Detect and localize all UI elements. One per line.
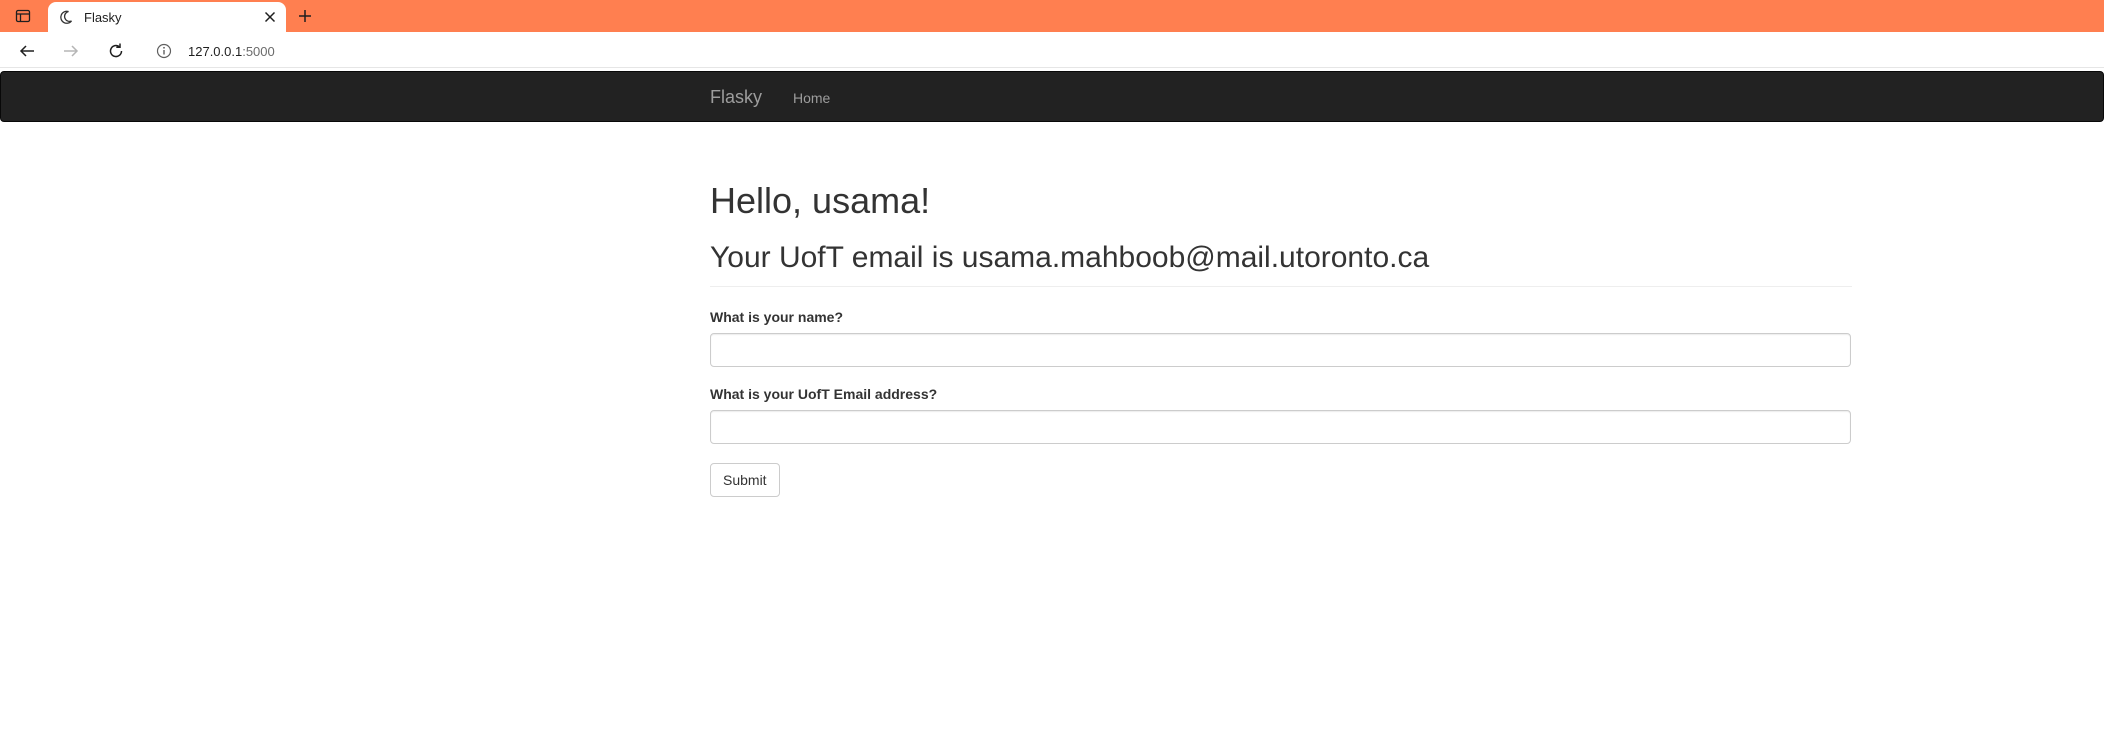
- email-input[interactable]: [710, 409, 1851, 444]
- moon-favicon-icon: [58, 9, 74, 25]
- page-header: Hello, usama! Your UofT email is usama.m…: [710, 181, 1852, 287]
- tab-actions-button[interactable]: [10, 5, 36, 27]
- url-port: :5000: [242, 44, 275, 59]
- email-heading: Your UofT email is usama.mahboob@mail.ut…: [710, 240, 1430, 274]
- email-label: What is your UofT Email address?: [710, 385, 938, 402]
- email-form-group: What is your UofT Email address?: [710, 386, 1852, 444]
- reload-icon: [109, 43, 123, 58]
- tab-actions-icon: [15, 9, 31, 23]
- forward-button[interactable]: [58, 38, 84, 64]
- user-form: What is your name? What is your UofT Ema…: [710, 309, 1852, 497]
- main-container: Hello, usama! Your UofT email is usama.m…: [710, 122, 1852, 497]
- address-bar[interactable]: 127.0.0.1:5000: [144, 37, 2094, 65]
- submit-button[interactable]: Submit: [710, 462, 780, 497]
- url-text[interactable]: 127.0.0.1:5000: [188, 44, 275, 59]
- name-label: What is your name?: [710, 308, 844, 325]
- plus-icon: [299, 10, 311, 22]
- greeting-heading: Hello, usama!: [710, 180, 931, 221]
- info-icon[interactable]: [156, 43, 172, 59]
- back-button[interactable]: [14, 38, 40, 64]
- browser-tab-strip: Flasky: [0, 0, 2104, 32]
- navbar-brand-link[interactable]: Flasky: [710, 87, 762, 108]
- url-host: 127.0.0.1: [188, 44, 243, 59]
- name-form-group: What is your name?: [710, 309, 1852, 367]
- name-input[interactable]: [710, 332, 1851, 367]
- browser-toolbar: 127.0.0.1:5000: [0, 32, 2104, 68]
- new-tab-button[interactable]: [294, 5, 316, 27]
- forward-arrow-icon: [64, 45, 79, 57]
- back-arrow-icon: [19, 45, 34, 57]
- browser-tab-active[interactable]: Flasky: [48, 2, 286, 32]
- nav-link-home[interactable]: Home: [793, 90, 830, 106]
- close-icon[interactable]: [262, 9, 278, 25]
- site-navbar: Flasky Home: [0, 71, 2104, 122]
- reload-button[interactable]: [103, 38, 129, 64]
- tab-title: Flasky: [84, 10, 122, 25]
